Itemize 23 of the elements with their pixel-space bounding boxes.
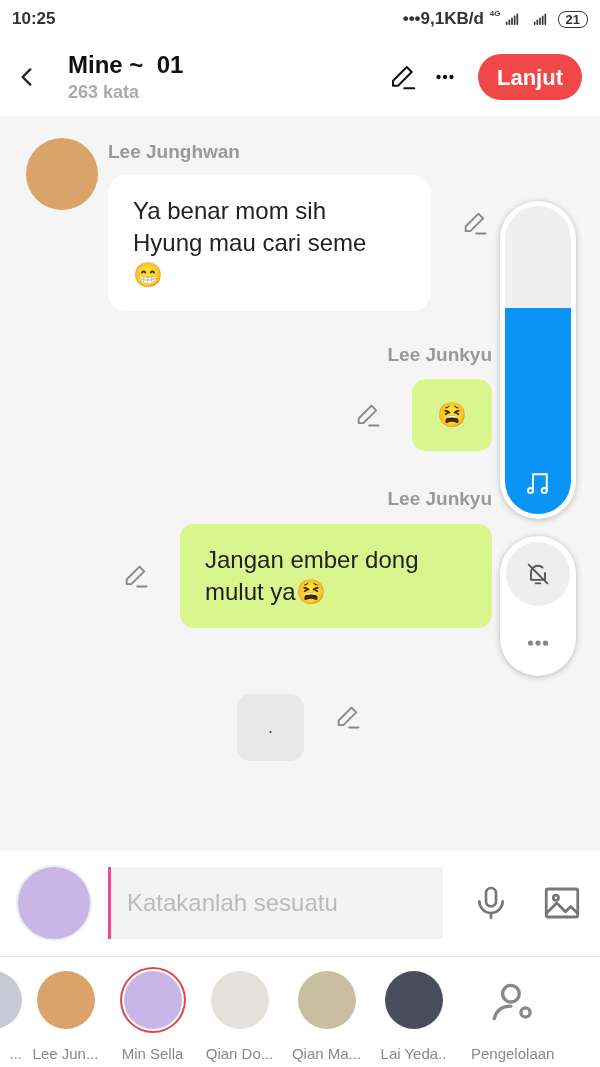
character-tab[interactable]: Qian Ma... (283, 971, 370, 1066)
volume-slider[interactable] (500, 201, 576, 519)
battery-indicator: 21 (557, 10, 588, 28)
word-count: 263 kata (68, 81, 141, 104)
network-type: 4G (489, 8, 501, 20)
manage-button[interactable]: Pengelolaan (471, 971, 555, 1066)
character-tab[interactable]: Qian Do... (196, 971, 283, 1066)
network-speed: •••9,1KB/d (402, 8, 484, 31)
continue-button[interactable]: Lanjut (478, 54, 582, 100)
character-tab[interactable]: Lee Jun... (22, 971, 109, 1066)
message-bubble: 😫 (412, 379, 492, 451)
message-bubble: . (237, 693, 304, 761)
message-bubble: Jangan ember dong mulut ya😫 (180, 523, 492, 628)
sender-name: Lee Junkyu (387, 342, 492, 367)
sender-name: Lee Junghwan (108, 140, 241, 164)
message-bubble: Ya benar mom sih Hyung mau cari seme 😁 (108, 174, 431, 311)
character-tab-selected[interactable]: Min Sella (109, 971, 196, 1066)
character-tab[interactable]: Lai Yeda.. (370, 971, 457, 1066)
message-input[interactable]: Katakanlah sesuatu (108, 867, 443, 939)
mute-button[interactable] (506, 542, 570, 606)
status-time: 10:25 (12, 8, 56, 31)
chat-title: Mine ~ 01 (68, 50, 184, 80)
sender-name: Lee Junkyu (387, 487, 492, 511)
